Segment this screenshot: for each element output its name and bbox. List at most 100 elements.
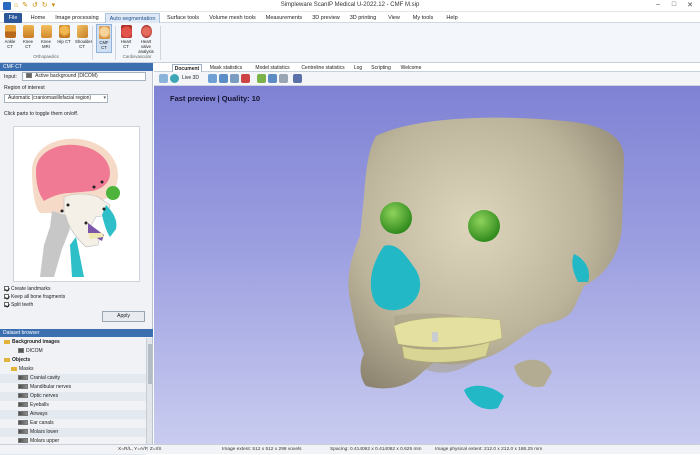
input-select[interactable]: Active background (DICOM): [22, 72, 146, 81]
chevron-down-icon: ▾: [103, 95, 106, 101]
mask-icon: [18, 384, 28, 390]
window-title: Simpleware ScanIP Medical U-2022.12 - CM…: [280, 2, 420, 8]
knee-mri-button[interactable]: Knee MRI: [39, 25, 53, 49]
tree-row-label: Masks: [19, 366, 34, 372]
minimize-icon[interactable]: –: [650, 1, 666, 8]
ribbon: Ankle CT Knee CT Knee MRI Hip CT Shoulde…: [0, 23, 700, 63]
tab-model-statistics[interactable]: Model statistics: [250, 64, 295, 72]
tree-row[interactable]: Cranial cavity: [0, 374, 146, 383]
tree-row[interactable]: DICOM: [0, 347, 146, 356]
title-bar: ⌂ ✎ ↺ ↻ ▾ Simpleware ScanIP Medical U-20…: [0, 0, 700, 12]
menu-3d-printing[interactable]: 3D printing: [346, 13, 380, 23]
landmark-point: [84, 221, 88, 225]
rotate-icon[interactable]: [219, 74, 228, 83]
knee-ct-button[interactable]: Knee CT: [21, 25, 35, 49]
menu-3d-preview[interactable]: 3D preview: [309, 13, 343, 23]
image-icon: [18, 348, 24, 354]
status-spacing: Spacing: 0.414062 x 0.414062 x 0.625 mm: [330, 447, 422, 452]
status-physical-extent: Image physical extent: 212.0 x 212.0 x 1…: [435, 447, 543, 452]
keep-bone-fragments-checkbox[interactable]: Keep all bone fragments: [4, 294, 65, 300]
spine-part[interactable]: [40, 211, 70, 277]
group-label-cardiovascular: Cardiovascular: [122, 54, 152, 59]
right-eyeball[interactable]: [468, 210, 500, 242]
tab-mask-statistics[interactable]: Mask statistics: [204, 64, 248, 72]
sync-icon[interactable]: [208, 74, 217, 83]
split-teeth-label: Split teeth: [11, 302, 34, 308]
settings-icon[interactable]: [279, 74, 288, 83]
maximize-icon[interactable]: □: [666, 1, 682, 8]
heart-icon: [120, 25, 132, 38]
landmark-point: [100, 180, 104, 184]
tree-row-label: DICOM: [26, 348, 43, 354]
eyeball-part[interactable]: [106, 186, 120, 200]
tree-row[interactable]: Background images: [0, 338, 146, 347]
head-sagittal-illustration[interactable]: [14, 127, 141, 283]
tab-log[interactable]: Log: [351, 64, 365, 72]
layers-icon[interactable]: [257, 74, 266, 83]
anatomy-diagram[interactable]: [13, 126, 140, 282]
heart-valve-analysis-button[interactable]: Heart valve analysis: [137, 25, 155, 54]
grid-icon[interactable]: [159, 74, 168, 83]
tree-row[interactable]: Airways: [0, 410, 146, 419]
menu-help[interactable]: Help: [441, 13, 463, 23]
create-landmarks-checkbox[interactable]: Create landmarks: [4, 286, 50, 292]
menu-image-processing[interactable]: Image processing: [52, 13, 102, 23]
shoulder-icon: [76, 25, 88, 38]
upper-teeth-mesh[interactable]: [393, 316, 503, 348]
menu-measurements[interactable]: Measurements: [262, 13, 306, 23]
tab-welcome[interactable]: Welcome: [397, 64, 425, 72]
apply-button[interactable]: Apply: [102, 311, 145, 322]
menu-view[interactable]: View: [383, 13, 405, 23]
ribbon-separator: [115, 26, 116, 60]
menu-auto-segmentation[interactable]: Auto segmentation: [105, 13, 160, 23]
menu-volume-mesh-tools[interactable]: Volume mesh tools: [206, 13, 259, 23]
tab-scripting[interactable]: Scripting: [367, 64, 395, 72]
menu-home[interactable]: Home: [27, 13, 49, 23]
panel-header: CMF CT: [0, 63, 153, 71]
tree-row-label: Eyeballs: [30, 402, 49, 408]
shoulder-ct-button[interactable]: Shoulder CT: [75, 25, 93, 49]
view-options-icon[interactable]: [268, 74, 277, 83]
ankle-icon: [4, 25, 16, 38]
menu-my-tools[interactable]: My tools: [408, 13, 438, 23]
tree-row-label: Background images: [12, 339, 60, 345]
hip-ct-button[interactable]: Hip CT: [57, 25, 71, 44]
cmf-ct-button[interactable]: CMF CT: [96, 24, 112, 53]
tree-row[interactable]: Objects: [0, 356, 146, 365]
shoulder-ct-label: Shoulder CT: [75, 39, 93, 49]
live3d-label[interactable]: Live 3D: [182, 75, 199, 81]
menu-file[interactable]: File: [4, 13, 22, 23]
tree-row[interactable]: Optic nerves: [0, 392, 146, 401]
dataset-browser-scrollbar[interactable]: [146, 338, 152, 444]
camera-icon[interactable]: [230, 74, 239, 83]
close-icon[interactable]: ✕: [682, 1, 698, 9]
heart-valve-analysis-label: Heart valve analysis: [138, 39, 154, 54]
tree-row[interactable]: Molars lower: [0, 428, 146, 437]
delete-icon[interactable]: [241, 74, 250, 83]
tab-centreline-statistics[interactable]: Centreline statistics: [297, 64, 349, 72]
tree-row[interactable]: Eyeballs: [0, 401, 146, 410]
split-teeth-checkbox[interactable]: Split teeth: [4, 302, 33, 308]
display-mode-icon[interactable]: [293, 74, 302, 83]
live3d-toggle-icon[interactable]: [170, 74, 179, 83]
ankle-ct-button[interactable]: Ankle CT: [3, 25, 17, 49]
heart-ct-button[interactable]: Heart CT: [119, 25, 133, 49]
image-icon: [26, 73, 32, 79]
roi-select-value: Automatic (craniomaxillofacial region): [8, 95, 92, 101]
tree-row[interactable]: Masks: [0, 365, 146, 374]
3d-viewport[interactable]: Fast preview | Quality: 10: [154, 86, 700, 444]
tree-row-label: Molars lower: [30, 429, 59, 435]
knee-icon: [22, 25, 34, 38]
skull-3d-render[interactable]: [154, 86, 700, 444]
roi-select[interactable]: Automatic (craniomaxillofacial region) ▾: [4, 94, 108, 103]
vertebra-mesh[interactable]: [514, 359, 552, 388]
menu-surface-tools[interactable]: Surface tools: [163, 13, 203, 23]
skull-bone-part[interactable]: [63, 193, 111, 248]
roi-label: Region of interest: [4, 85, 45, 91]
scrollbar-thumb[interactable]: [148, 344, 152, 384]
tree-row[interactable]: Ear canals: [0, 419, 146, 428]
left-eyeball[interactable]: [380, 202, 412, 234]
tab-document[interactable]: Document: [172, 64, 202, 72]
lower-airway-mesh[interactable]: [464, 385, 504, 410]
tree-row[interactable]: Mandibular nerves: [0, 383, 146, 392]
